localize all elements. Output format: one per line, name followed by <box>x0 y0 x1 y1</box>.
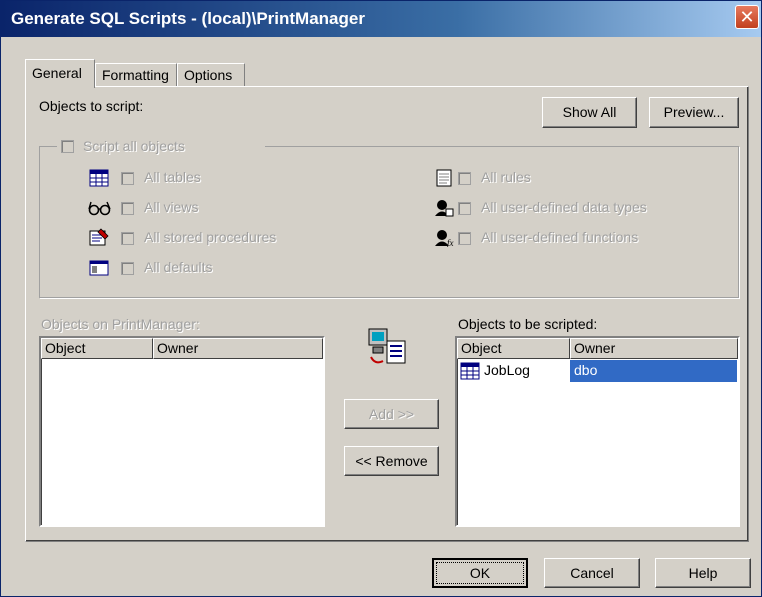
help-button[interactable]: Help <box>655 558 751 588</box>
user-data-type-icon <box>435 200 454 217</box>
svg-text:fx: fx <box>447 238 454 247</box>
ok-focus-ring: OK <box>436 562 524 584</box>
tab-general[interactable]: General <box>25 59 95 88</box>
add-button[interactable]: Add >> <box>344 399 439 429</box>
generate-script-icon <box>368 328 406 364</box>
table-icon <box>460 362 480 380</box>
all-defaults-label: All defaults <box>144 259 213 275</box>
defaults-icon <box>89 260 109 276</box>
tab-options[interactable]: Options <box>177 63 245 87</box>
all-rules-checkbox[interactable] <box>458 172 471 185</box>
all-tables-label: All tables <box>144 169 201 185</box>
title-bar[interactable]: Generate SQL Scripts - (local)\PrintMana… <box>1 1 761 37</box>
ok-button[interactable]: OK <box>432 558 528 588</box>
objects-to-be-scripted-label: Objects to be scripted: <box>458 316 598 332</box>
generate-sql-scripts-dialog: Generate SQL Scripts - (local)\PrintMana… <box>0 0 762 597</box>
all-user-defined-functions-checkbox[interactable] <box>458 232 471 245</box>
script-all-objects-checkbox[interactable] <box>61 140 74 153</box>
all-user-defined-functions-label: All user-defined functions <box>481 229 639 245</box>
all-stored-procedures-checkbox[interactable] <box>121 232 134 245</box>
row-owner-highlight: dbo <box>570 360 737 382</box>
objects-on-printmanager-label: Objects on PrintManager: <box>41 316 200 332</box>
objects-to-script-label: Objects to script: <box>39 98 144 114</box>
script-all-objects-label: Script all objects <box>83 138 185 154</box>
all-user-defined-data-types-label: All user-defined data types <box>481 199 647 215</box>
column-header-owner[interactable]: Owner <box>153 338 323 359</box>
table-row[interactable]: JobLog dbo <box>458 360 737 382</box>
all-rules-label: All rules <box>481 169 531 185</box>
row-owner-cell: dbo <box>574 362 598 378</box>
tab-formatting-label: Formatting <box>102 67 169 83</box>
all-views-checkbox[interactable] <box>121 202 134 215</box>
preview-button[interactable]: Preview... <box>649 97 739 128</box>
all-stored-procedures-label: All stored procedures <box>144 229 277 245</box>
all-defaults-checkbox[interactable] <box>121 262 134 275</box>
tab-options-label: Options <box>184 67 233 83</box>
all-user-defined-data-types-checkbox[interactable] <box>458 202 471 215</box>
column-header-object[interactable]: Object <box>41 338 153 359</box>
glasses-icon <box>88 201 111 216</box>
all-views-label: All views <box>144 199 199 215</box>
column-header-owner[interactable]: Owner <box>570 338 738 359</box>
rule-icon <box>436 169 452 187</box>
close-icon: ✕ <box>739 7 755 27</box>
all-tables-checkbox[interactable] <box>121 172 134 185</box>
cancel-button[interactable]: Cancel <box>544 558 640 588</box>
column-header-object[interactable]: Object <box>457 338 570 359</box>
script-all-objects-row[interactable]: Script all objects <box>57 137 265 157</box>
scripted-objects-list[interactable]: Object Owner JobLog dbo <box>455 336 740 527</box>
tab-formatting[interactable]: Formatting <box>95 63 177 87</box>
available-objects-list[interactable]: Object Owner <box>39 336 325 527</box>
table-icon <box>89 169 109 187</box>
user-function-icon: fx <box>435 230 454 247</box>
close-button[interactable]: ✕ <box>735 5 759 29</box>
row-object-cell: JobLog <box>484 362 530 378</box>
tab-general-label: General <box>32 65 82 81</box>
window-title: Generate SQL Scripts - (local)\PrintMana… <box>11 9 365 28</box>
show-all-button[interactable]: Show All <box>542 97 637 128</box>
remove-button[interactable]: << Remove <box>344 446 439 476</box>
stored-procedure-icon <box>89 228 109 246</box>
